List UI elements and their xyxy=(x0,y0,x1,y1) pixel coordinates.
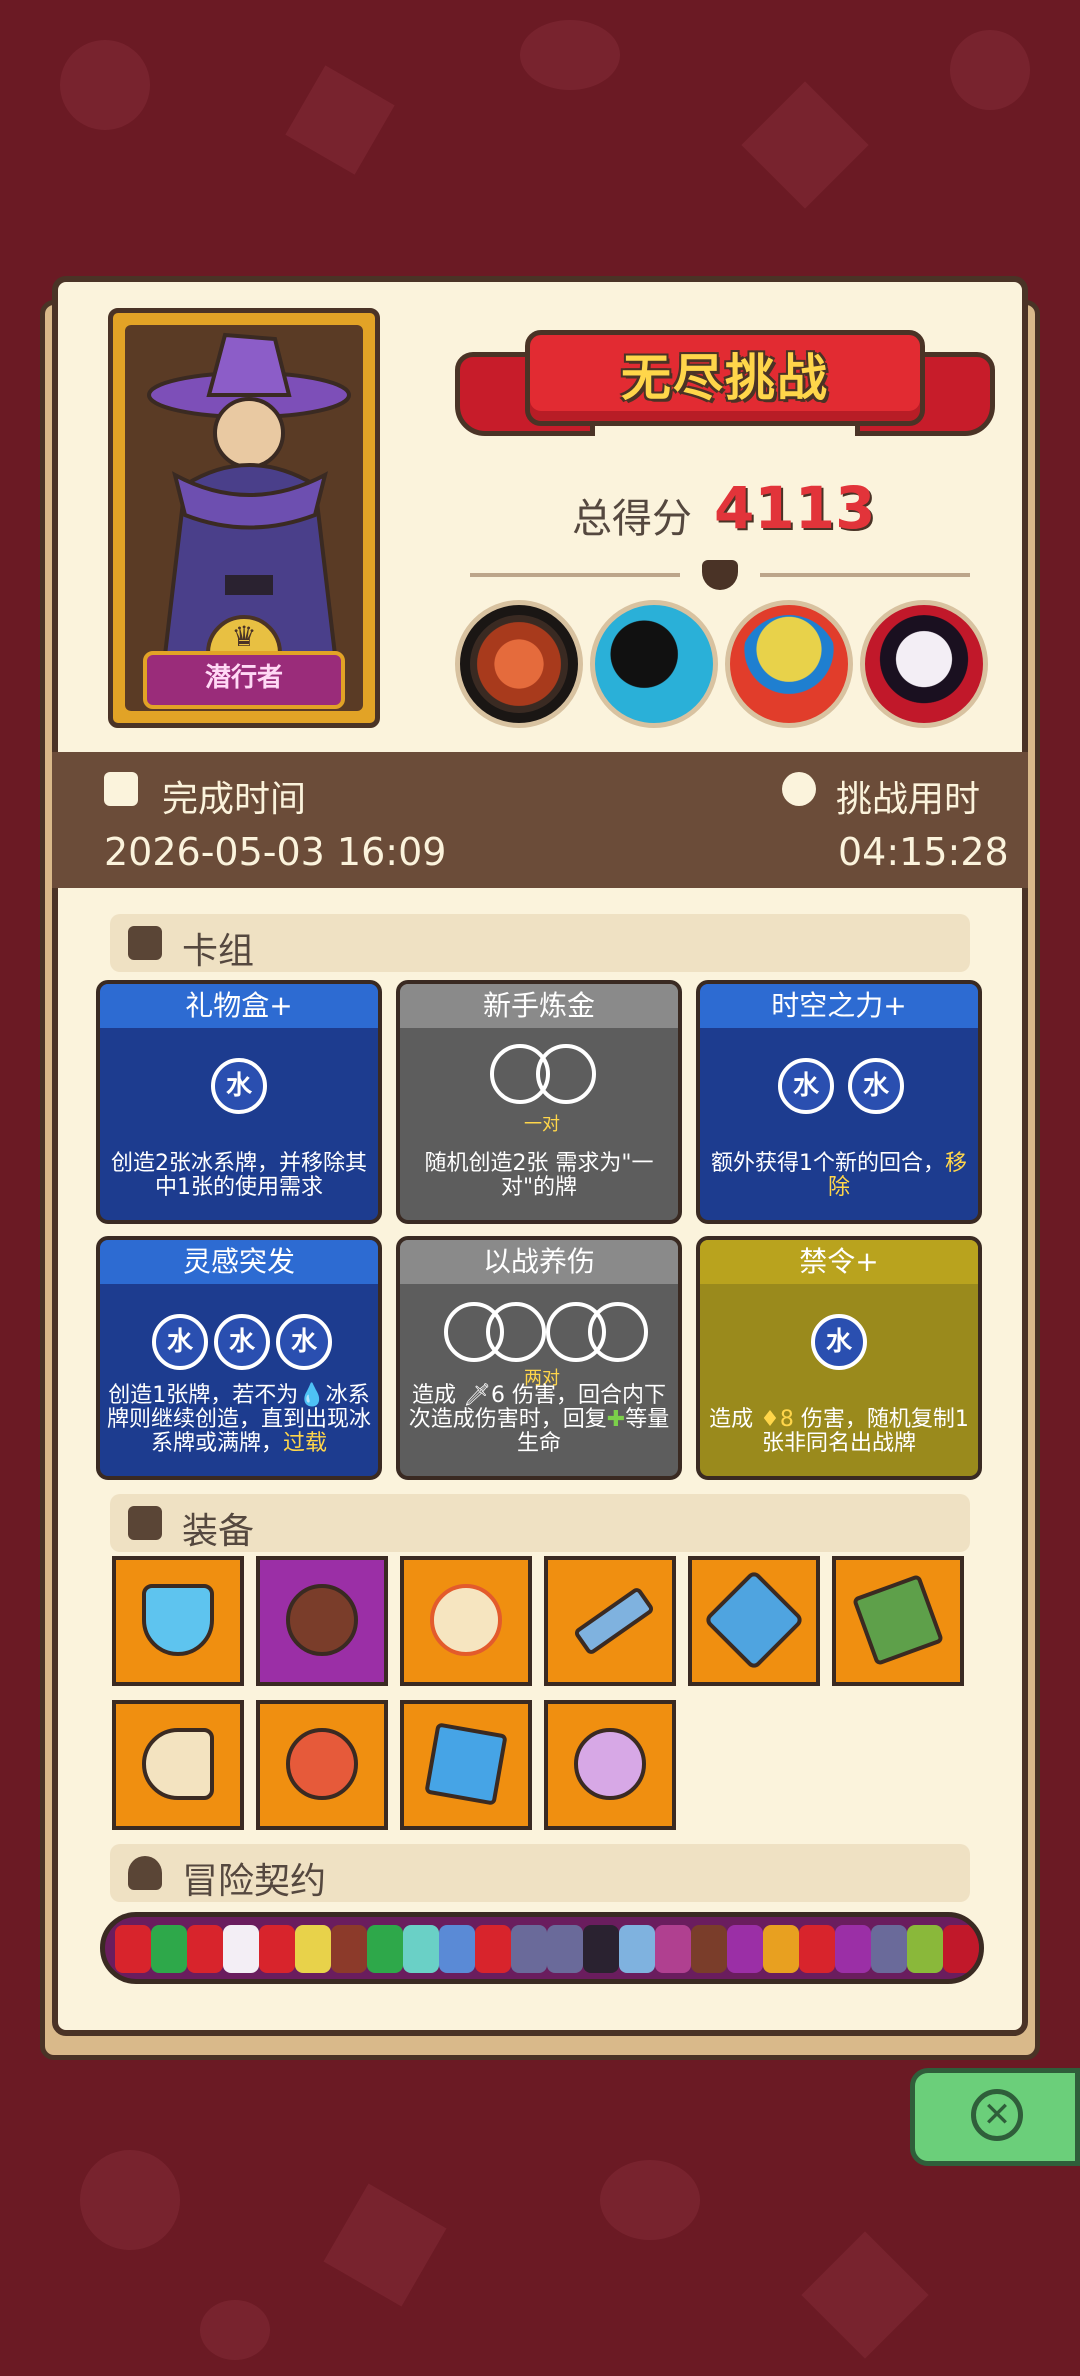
deck-card-5[interactable]: 以战养伤 两对 造成 🗡6 伤害，回合内下次造成伤害时，回复✚等量生命 xyxy=(396,1236,682,1480)
horn-icon xyxy=(142,1728,214,1800)
card-title: 礼物盒+ xyxy=(100,984,378,1028)
enemy-portrait-1 xyxy=(455,600,583,728)
water-orb-icon: 水 xyxy=(848,1058,904,1114)
calendar-icon xyxy=(104,772,138,806)
equipment-slot-10[interactable] xyxy=(544,1700,676,1830)
heal-plus-icon: ✚ xyxy=(606,1407,626,1432)
deck-card-1[interactable]: 礼物盒+ 水 创造2张冰系牌，并移除其中1张的使用需求 xyxy=(96,980,382,1224)
close-icon: ✕ xyxy=(971,2089,1023,2141)
empty-slot-icon xyxy=(536,1044,596,1104)
sword-icon: 🗡 xyxy=(463,1383,491,1408)
ornament-divider xyxy=(440,560,1000,590)
card-description: 随机创造2张 需求为"一对"的牌 xyxy=(424,1151,654,1200)
water-orb-icon: 水 xyxy=(214,1314,270,1370)
water-orb-icon: 水 xyxy=(811,1314,867,1370)
deck-card-2[interactable]: 新手炼金 一对 随机创造2张 需求为"一对"的牌 xyxy=(396,980,682,1224)
empty-slot-icon xyxy=(486,1302,546,1362)
equipment-slot-8[interactable] xyxy=(256,1700,388,1830)
pair-label: 一对 xyxy=(524,1114,560,1135)
diamond-icon: ♦ xyxy=(760,1407,780,1432)
completion-time-label: 完成时间 xyxy=(162,779,307,820)
score-label: 总得分 xyxy=(572,496,692,542)
equipment-slot-3[interactable] xyxy=(400,1556,532,1686)
blade-icon xyxy=(572,1585,656,1657)
deck-title: 卡组 xyxy=(182,931,255,972)
water-drop-icon: 💧 xyxy=(298,1383,326,1408)
equipment-slot-6[interactable] xyxy=(832,1556,964,1686)
card-title: 时空之力+ xyxy=(700,984,978,1028)
completion-time-value: 2026-05-03 16:09 xyxy=(104,830,447,874)
meat-icon xyxy=(286,1728,358,1800)
equipment-slot-5[interactable] xyxy=(688,1556,820,1686)
equipment-slot-1[interactable] xyxy=(112,1556,244,1686)
stopwatch-icon xyxy=(782,772,816,806)
round-shield-icon xyxy=(430,1584,502,1656)
card-description: 造成 🗡6 伤害，回合内下次造成伤害时，回复✚等量生命 xyxy=(408,1383,670,1456)
equipment-slot-2[interactable] xyxy=(256,1556,388,1686)
title-ribbon: 无尽挑战 xyxy=(455,322,995,460)
character-name: 潜行者 xyxy=(143,651,345,709)
time-band: 完成时间 2026-05-03 16:09 挑战用时 04:15:28 xyxy=(52,752,1028,888)
enemy-portrait-4 xyxy=(860,600,988,728)
contract-strip[interactable] xyxy=(100,1912,984,1984)
enemy-portrait-2 xyxy=(590,600,718,728)
deck-card-6[interactable]: 禁令+ 水 造成 ♦8 伤害，随机复制1张非同名出战牌 xyxy=(696,1236,982,1480)
equipment-slot-9[interactable] xyxy=(400,1700,532,1830)
enemy-portrait-3 xyxy=(725,600,853,728)
equipment-title: 装备 xyxy=(182,1511,255,1552)
skull-icon xyxy=(702,560,738,590)
water-orb-icon: 水 xyxy=(211,1058,267,1114)
card-title: 新手炼金 xyxy=(400,984,678,1028)
moss-stone-icon xyxy=(851,1573,945,1667)
card-title: 灵感突发 xyxy=(100,1240,378,1284)
card-description: 创造2张冰系牌，并移除其中1张的使用需求 xyxy=(111,1151,367,1200)
moon-charm-icon xyxy=(574,1728,646,1800)
score-value: 4113 xyxy=(714,474,876,542)
contract-title: 冒险契约 xyxy=(182,1861,327,1902)
deck-card-4[interactable]: 灵感突发 水 水 水 创造1张牌，若不为💧冰系牌则继续创造，直到出现冰系牌或满牌… xyxy=(96,1236,382,1480)
page-title: 无尽挑战 xyxy=(621,349,829,407)
card-description: 额外获得1个新的回合，移除 xyxy=(710,1151,967,1200)
water-orb-icon: 水 xyxy=(778,1058,834,1114)
deck-card-3[interactable]: 时空之力+ 水 水 额外获得1个新的回合，移除 xyxy=(696,980,982,1224)
ice-shield-icon xyxy=(142,1584,214,1656)
empty-slot-icon xyxy=(588,1302,648,1362)
character-portrait: ♛ 潜行者 xyxy=(108,308,380,728)
deck-header: 卡组 xyxy=(110,914,970,972)
button-icon xyxy=(286,1584,358,1656)
crystal-dagger-icon xyxy=(703,1569,805,1671)
duration-value: 04:15:28 xyxy=(838,830,1009,874)
equipment-slot-4[interactable] xyxy=(544,1556,676,1686)
potion-bottle-icon xyxy=(424,1722,508,1806)
close-button[interactable]: ✕ xyxy=(910,2068,1080,2166)
card-title: 以战养伤 xyxy=(400,1240,678,1284)
box-icon xyxy=(128,1506,162,1540)
equipment-slot-7[interactable] xyxy=(112,1700,244,1830)
contract-header: 冒险契约 xyxy=(110,1844,970,1902)
card-description: 创造1张牌，若不为💧冰系牌则继续创造，直到出现冰系牌或满牌，过载 xyxy=(106,1383,371,1456)
water-orb-icon: 水 xyxy=(152,1314,208,1370)
cards-icon xyxy=(128,926,162,960)
duration-label: 挑战用时 xyxy=(836,779,981,820)
card-title: 禁令+ xyxy=(700,1240,978,1284)
water-orb-icon: 水 xyxy=(276,1314,332,1370)
person-icon xyxy=(128,1856,162,1890)
equipment-header: 装备 xyxy=(110,1494,970,1552)
card-description: 造成 ♦8 伤害，随机复制1张非同名出战牌 xyxy=(709,1407,969,1456)
